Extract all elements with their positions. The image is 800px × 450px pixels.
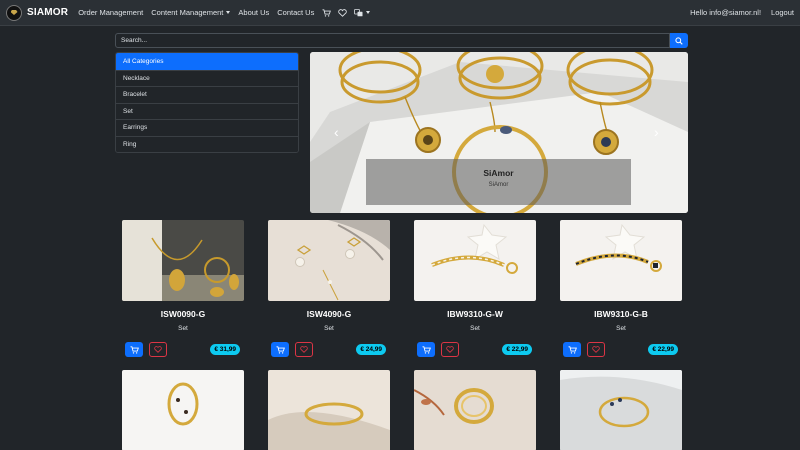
add-to-favorites-button[interactable] <box>441 342 459 357</box>
product-category: Set <box>470 325 480 332</box>
product-image[interactable] <box>414 220 536 301</box>
nav-content-management-label: Content Management <box>151 8 224 17</box>
search-icon <box>675 36 683 45</box>
product-category: Set <box>616 325 626 332</box>
product-card: IBW9310-G-B Set € 22,99 <box>560 220 682 357</box>
product-image[interactable] <box>122 220 244 301</box>
product-image[interactable] <box>268 370 390 450</box>
product-image[interactable] <box>122 370 244 450</box>
navbar: SIAMOR Order Management Content Manageme… <box>0 0 800 26</box>
add-to-favorites-button[interactable] <box>295 342 313 357</box>
product-code: IBW9310-G-W <box>447 309 503 319</box>
product-category: Set <box>324 325 334 332</box>
add-to-favorites-button[interactable] <box>587 342 605 357</box>
product-code: ISW0090-G <box>160 309 206 319</box>
add-to-cart-button[interactable] <box>417 342 435 357</box>
product-image[interactable] <box>560 370 682 450</box>
price-badge: € 22,99 <box>502 344 532 355</box>
heart-icon <box>592 346 600 353</box>
cart-icon <box>422 345 431 354</box>
logout-link[interactable]: Logout <box>771 8 794 17</box>
product-card <box>560 370 682 450</box>
product-image[interactable] <box>414 370 536 450</box>
category-all[interactable]: All Categories <box>116 53 298 70</box>
carousel-next-button[interactable]: › <box>654 124 659 140</box>
product-code: ISW4090-G <box>306 309 352 319</box>
nav-about-us[interactable]: About Us <box>238 8 269 17</box>
heart-icon <box>154 346 162 353</box>
category-set[interactable]: Set <box>116 102 298 119</box>
brand-link[interactable]: SIAMOR <box>6 4 69 21</box>
chevron-down-icon <box>226 11 231 14</box>
price-badge: € 31,99 <box>210 344 240 355</box>
cart-icon <box>568 345 577 354</box>
product-actions: € 22,99 <box>414 342 536 357</box>
add-to-cart-button[interactable] <box>125 342 143 357</box>
product-actions: € 22,99 <box>560 342 682 357</box>
product-category: Set <box>178 325 188 332</box>
nav-contact-us[interactable]: Contact Us <box>277 8 314 17</box>
category-ring[interactable]: Ring <box>116 135 298 152</box>
cart-icon <box>276 345 285 354</box>
product-code: IBW9310-G-B <box>594 309 648 319</box>
product-image[interactable] <box>268 220 390 301</box>
cart-icon[interactable] <box>322 8 332 17</box>
price-badge: € 24,99 <box>356 344 386 355</box>
category-bracelet[interactable]: Bracelet <box>116 86 298 103</box>
cart-icon <box>130 345 139 354</box>
category-earrings[interactable]: Earrings <box>116 119 298 136</box>
product-image[interactable] <box>560 220 682 301</box>
chevron-left-icon: ‹ <box>334 124 339 140</box>
category-list: All Categories Necklace Bracelet Set Ear… <box>115 52 299 153</box>
hero-carousel: ‹ › SiAmor SiAmor <box>310 52 688 213</box>
brand-name: SIAMOR <box>27 7 69 18</box>
category-necklace[interactable]: Necklace <box>116 69 298 86</box>
user-greeting[interactable]: Hello info@siamor.nl! <box>690 8 761 17</box>
product-actions: € 24,99 <box>268 342 390 357</box>
product-card <box>268 370 390 450</box>
nav-order-management[interactable]: Order Management <box>78 8 143 17</box>
product-card: IBW9310-G-W Set € 22,99 <box>414 220 536 357</box>
add-to-cart-button[interactable] <box>271 342 289 357</box>
chevron-down-icon <box>366 11 371 14</box>
search-input[interactable] <box>115 33 670 48</box>
product-card: ISW4090-G Set € 24,99 <box>268 220 390 357</box>
heart-icon <box>300 346 308 353</box>
add-to-cart-button[interactable] <box>563 342 581 357</box>
nav-content-management[interactable]: Content Management <box>151 8 231 17</box>
product-actions: € 31,99 <box>122 342 244 357</box>
heart-icon[interactable] <box>338 8 348 17</box>
carousel-prev-button[interactable]: ‹ <box>334 124 339 140</box>
nav-right: Hello info@siamor.nl! Logout <box>680 8 794 17</box>
carousel-subtitle: SiAmor <box>488 182 509 188</box>
logo-icon <box>6 4 22 21</box>
search-button[interactable] <box>670 33 688 48</box>
chevron-right-icon: › <box>654 124 659 140</box>
heart-icon <box>446 346 454 353</box>
language-icon[interactable] <box>354 8 371 17</box>
product-card <box>122 370 244 450</box>
add-to-favorites-button[interactable] <box>149 342 167 357</box>
carousel-title: SiAmor <box>483 168 514 178</box>
product-card: ISW0090-G Set € 31,99 <box>122 220 244 357</box>
search-bar <box>115 33 688 48</box>
carousel-caption: SiAmor SiAmor <box>366 159 631 205</box>
price-badge: € 22,99 <box>648 344 678 355</box>
product-card <box>414 370 536 450</box>
